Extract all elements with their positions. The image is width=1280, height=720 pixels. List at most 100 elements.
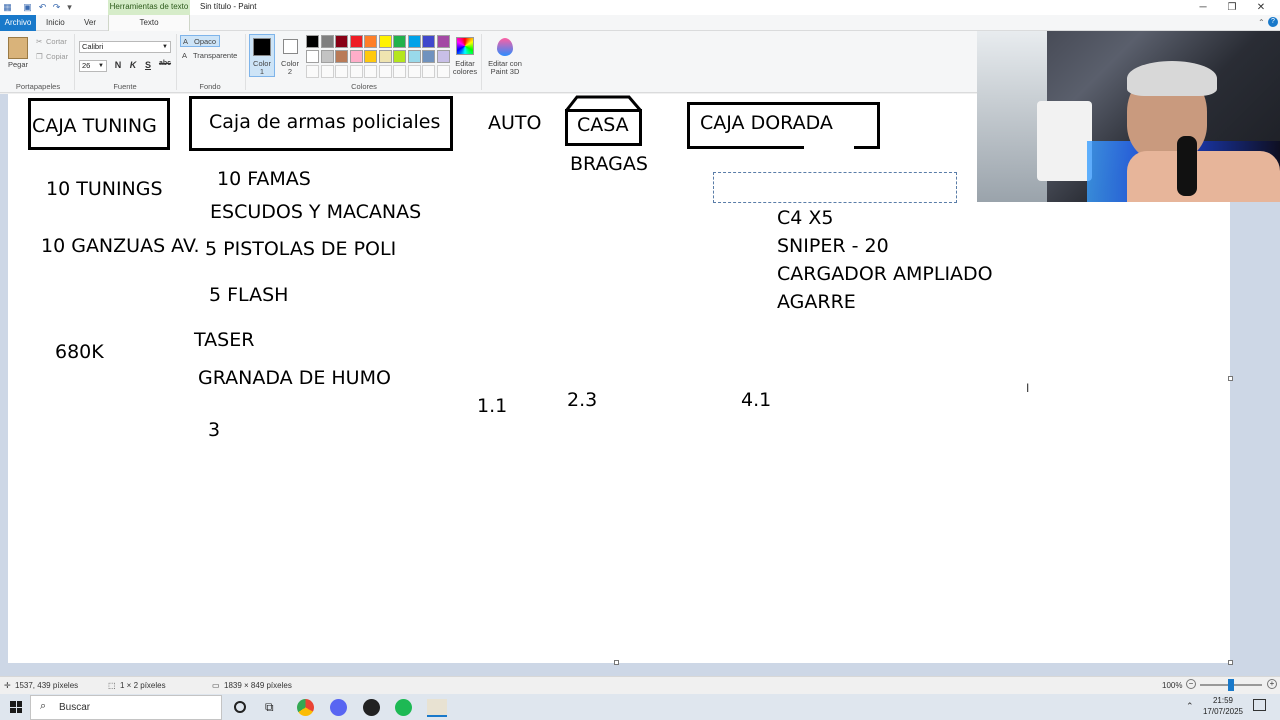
item-bragas: BRAGAS [570, 153, 648, 175]
custom-color-slot[interactable] [436, 65, 450, 78]
zoom-in-button[interactable]: + [1267, 679, 1277, 689]
redo-icon[interactable]: ↷ [51, 2, 62, 13]
restore-button[interactable]: ❐ [1219, 0, 1245, 15]
transparent-button[interactable]: Transparente [193, 51, 237, 60]
price-680k: 680K [55, 341, 104, 363]
palette-swatch[interactable] [364, 35, 377, 48]
zoom-slider-thumb[interactable] [1228, 679, 1234, 691]
obs-icon[interactable] [363, 699, 380, 716]
italic-button[interactable]: K [126, 60, 140, 72]
custom-color-slot[interactable] [393, 65, 406, 78]
minimize-button[interactable]: ─ [1190, 0, 1216, 15]
image-size-icon: ▭ [212, 681, 220, 690]
underline-button[interactable]: S [141, 60, 155, 72]
palette-swatch[interactable] [306, 35, 319, 48]
discord-icon[interactable] [330, 699, 347, 716]
status-bar [0, 676, 1280, 694]
palette-swatch[interactable] [422, 50, 435, 63]
opaque-label: Opaco [194, 37, 217, 46]
tray-overflow-icon[interactable]: ⌃ [1186, 701, 1194, 712]
webcam-overlay [977, 31, 1280, 202]
value-2-3: 2.3 [567, 389, 598, 411]
save-icon[interactable]: ▣ [22, 2, 33, 13]
clock-date[interactable]: 17/07/2025 [1200, 707, 1246, 716]
palette-swatch[interactable] [422, 35, 435, 48]
label-auto: AUTO [488, 112, 542, 134]
label-caja-tuning: CAJA TUNING [32, 115, 157, 137]
palette-swatch[interactable] [378, 35, 392, 48]
paint-taskbar-icon[interactable] [427, 699, 447, 717]
cursor-position-icon: ✛ [4, 681, 11, 690]
strikethrough-button[interactable]: abc [156, 60, 174, 72]
palette-swatch[interactable] [320, 50, 334, 63]
help-icon[interactable]: ? [1268, 17, 1278, 27]
value-4-1: 4.1 [741, 389, 772, 411]
palette-swatch[interactable] [436, 35, 450, 48]
custom-color-slot[interactable] [335, 65, 348, 78]
zoom-out-button[interactable]: − [1186, 679, 1196, 689]
tab-texto[interactable]: Texto [108, 15, 190, 31]
custom-color-slot[interactable] [364, 65, 377, 78]
search-placeholder: Buscar [59, 702, 91, 713]
selection-icon: ⬚ [108, 681, 116, 690]
customize-toolbar-icon[interactable]: ▾ [64, 2, 75, 13]
copy-button[interactable]: Copiar [46, 52, 68, 61]
color2-button[interactable] [283, 39, 298, 54]
palette-swatch[interactable] [335, 35, 348, 48]
custom-color-slot[interactable] [306, 65, 319, 78]
opaque-button[interactable]: A Opaco [180, 35, 220, 47]
paste-button[interactable]: Pegar [8, 60, 28, 69]
tab-inicio[interactable]: Inicio [38, 15, 73, 31]
palette-swatch[interactable] [349, 35, 363, 48]
transparent-icon: A [182, 51, 188, 60]
color2-label: Color 2 [281, 59, 299, 76]
cortana-icon[interactable] [234, 701, 246, 713]
close-button[interactable]: ✕ [1248, 0, 1274, 15]
resize-handle-bottom[interactable] [614, 660, 619, 665]
color1-swatch [253, 38, 271, 56]
palette-swatch[interactable] [349, 50, 363, 63]
font-family-value: Calibri [82, 42, 104, 51]
undo-icon[interactable]: ↶ [37, 2, 48, 13]
paste-icon[interactable] [8, 37, 28, 59]
palette-swatch[interactable] [393, 35, 406, 48]
resize-handle-corner[interactable] [1228, 660, 1233, 665]
collapse-ribbon-icon[interactable]: ⌃ [1258, 18, 1265, 27]
palette-swatch[interactable] [364, 50, 377, 63]
tab-ver[interactable]: Ver [76, 15, 104, 31]
custom-color-slot[interactable] [349, 65, 363, 78]
custom-color-slot[interactable] [422, 65, 435, 78]
group-separator [481, 34, 482, 90]
spotify-icon[interactable] [395, 699, 412, 716]
text-selection-box[interactable] [713, 172, 957, 203]
custom-color-slot[interactable] [407, 65, 421, 78]
font-size-select[interactable]: 26 ▼ [79, 60, 107, 72]
custom-color-slot[interactable] [320, 65, 334, 78]
notifications-icon[interactable] [1253, 699, 1266, 711]
tab-archivo[interactable]: Archivo [0, 15, 36, 31]
color-palette [306, 35, 456, 79]
custom-color-slot[interactable] [378, 65, 392, 78]
item-flash: 5 FLASH [209, 284, 289, 306]
clock-time[interactable]: 21:59 [1200, 696, 1246, 705]
palette-swatch[interactable] [407, 35, 421, 48]
paint3d-icon[interactable] [497, 38, 513, 56]
palette-swatch[interactable] [378, 50, 392, 63]
palette-swatch[interactable] [436, 50, 450, 63]
edit-colors-button[interactable]: Editar colores [450, 60, 480, 76]
edit-colors-icon[interactable] [456, 37, 474, 55]
chrome-icon[interactable] [297, 699, 314, 716]
palette-swatch[interactable] [407, 50, 421, 63]
font-family-select[interactable]: Calibri ▼ [79, 41, 171, 53]
task-view-icon[interactable]: ⧉ [265, 700, 274, 715]
item-agarre: AGARRE [777, 291, 856, 313]
bold-button[interactable]: N [111, 60, 125, 72]
palette-swatch[interactable] [393, 50, 406, 63]
resize-handle-right[interactable] [1228, 376, 1233, 381]
palette-swatch[interactable] [306, 50, 319, 63]
palette-swatch[interactable] [335, 50, 348, 63]
cut-button[interactable]: Cortar [46, 37, 67, 46]
palette-swatch[interactable] [320, 35, 334, 48]
windows-start-icon[interactable] [10, 701, 22, 713]
edit-paint3d-button[interactable]: Editar con Paint 3D [485, 60, 525, 76]
